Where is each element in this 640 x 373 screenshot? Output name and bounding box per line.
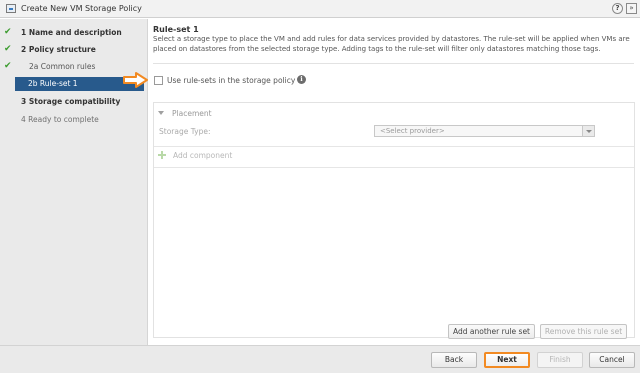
add-component-button[interactable]: Add component xyxy=(158,151,232,160)
step-label: 2b Rule-set 1 xyxy=(28,79,78,88)
wizard-steps-sidebar: ✔ 1 Name and description ✔ 2 Policy stru… xyxy=(0,19,148,345)
storage-type-value: <Select provider> xyxy=(380,127,445,135)
rule-set-editor: Placement Storage Type: <Select provider… xyxy=(153,102,635,338)
placement-label: Placement xyxy=(172,109,212,118)
back-button[interactable]: Back xyxy=(431,352,477,368)
rule-set-description: Select a storage type to place the VM an… xyxy=(153,35,630,53)
add-another-rule-set-button[interactable]: Add another rule set xyxy=(448,324,535,339)
dialog-titlebar: Create New VM Storage Policy ? » xyxy=(0,0,640,18)
info-icon[interactable]: i xyxy=(297,75,306,84)
collapse-triangle-icon xyxy=(158,111,164,115)
use-rulesets-label[interactable]: Use rule-sets in the storage policy xyxy=(167,76,295,85)
dialog-footer: Back Next Finish Cancel xyxy=(0,345,640,373)
step-label: 3 Storage compatibility xyxy=(21,97,121,106)
chevron-down-icon[interactable] xyxy=(582,126,594,136)
next-button[interactable]: Next xyxy=(484,352,530,368)
checkmark-icon: ✔ xyxy=(4,61,12,71)
expand-icon[interactable]: » xyxy=(626,3,637,14)
remove-rule-set-button[interactable]: Remove this rule set xyxy=(540,324,627,339)
step-name-and-description[interactable]: ✔ 1 Name and description xyxy=(0,26,148,40)
step-storage-compatibility[interactable]: 3 Storage compatibility xyxy=(0,95,148,109)
plus-icon xyxy=(158,151,166,159)
placement-section-header[interactable]: Placement xyxy=(158,109,212,118)
divider xyxy=(154,146,634,147)
storage-policy-icon xyxy=(6,4,16,13)
step-label: 4 Ready to complete xyxy=(21,115,99,124)
step-ready-to-complete: 4 Ready to complete xyxy=(0,113,148,127)
highlight-arrow-icon xyxy=(123,72,148,88)
rule-set-panel: Rule-set 1 Select a storage type to plac… xyxy=(123,19,640,345)
step-policy-structure[interactable]: ✔ 2 Policy structure xyxy=(0,43,148,57)
page-title: Rule-set 1 xyxy=(153,25,199,34)
storage-type-label: Storage Type: xyxy=(159,127,211,136)
storage-type-select[interactable]: <Select provider> xyxy=(374,125,595,137)
divider xyxy=(153,63,634,64)
dialog-title: Create New VM Storage Policy xyxy=(21,4,142,13)
finish-button[interactable]: Finish xyxy=(537,352,583,368)
use-rulesets-checkbox[interactable] xyxy=(154,76,163,85)
add-component-label: Add component xyxy=(173,151,233,160)
step-label: 1 Name and description xyxy=(21,28,122,37)
help-icon[interactable]: ? xyxy=(612,3,623,14)
checkmark-icon: ✔ xyxy=(4,44,12,54)
checkmark-icon: ✔ xyxy=(4,27,12,37)
divider xyxy=(154,167,634,168)
cancel-button[interactable]: Cancel xyxy=(589,352,635,368)
step-label: 2a Common rules xyxy=(29,62,96,71)
step-label: 2 Policy structure xyxy=(21,45,96,54)
